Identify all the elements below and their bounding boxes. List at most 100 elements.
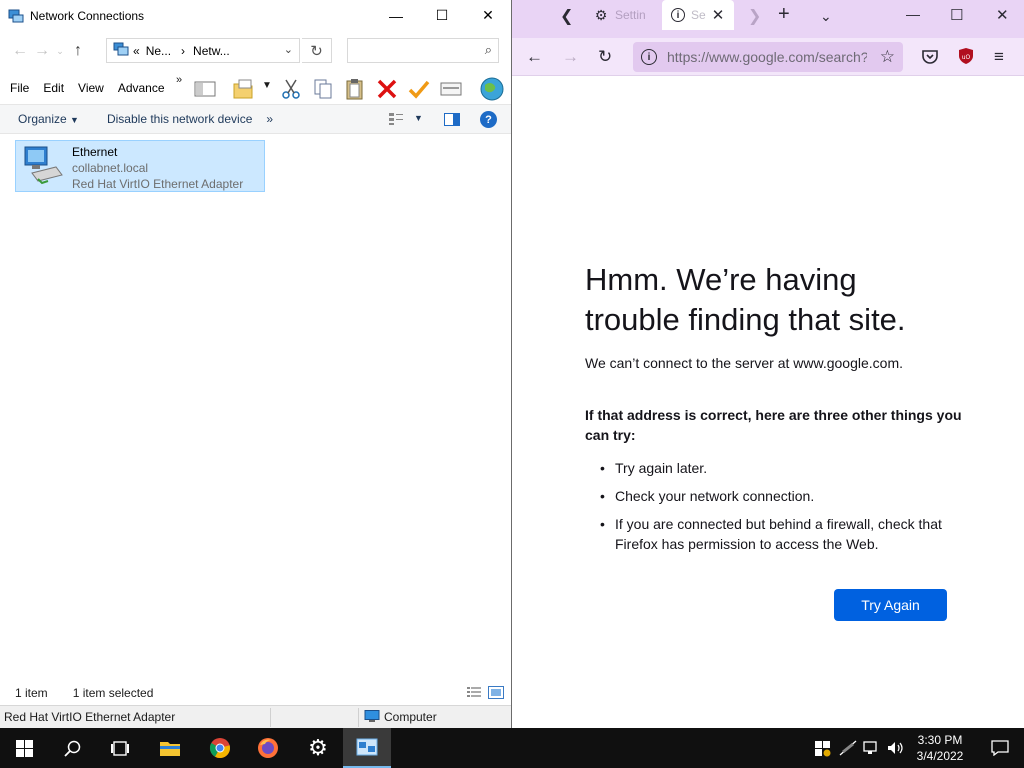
maximize-button[interactable]: ☐: [419, 0, 465, 31]
bookmark-star-icon[interactable]: ☆: [880, 47, 895, 67]
error-page: Hmm. We’re having trouble finding that s…: [512, 77, 1024, 728]
window-title: Network Connections: [30, 8, 145, 23]
volume-icon[interactable]: [887, 740, 905, 756]
address-dropdown-icon[interactable]: ⌄: [284, 43, 293, 56]
tab-search[interactable]: i Se ✕: [662, 0, 734, 30]
start-button[interactable]: [0, 728, 48, 768]
back-arrow-icon[interactable]: ←: [526, 47, 543, 67]
menu-advanced[interactable]: Advance: [118, 81, 165, 95]
clock[interactable]: 3:30 PM 3/4/2022: [912, 732, 968, 764]
suggestions-list: Try again later. Check your network conn…: [600, 458, 945, 562]
connection-domain: collabnet.local: [72, 161, 149, 175]
gear-icon: ⚙: [308, 735, 328, 760]
change-view-icon[interactable]: [388, 112, 404, 126]
details-view-icon[interactable]: [466, 686, 482, 699]
network-connections-icon: [356, 738, 378, 756]
views-dropdown-icon[interactable]: ▼: [262, 80, 272, 91]
try-again-button[interactable]: Try Again: [834, 589, 947, 621]
hamburger-menu-icon[interactable]: ≡: [994, 47, 1004, 67]
firefox-icon: [258, 738, 278, 758]
status-bar: 1 item 1 item selected: [0, 682, 511, 704]
delete-icon[interactable]: [376, 78, 398, 100]
command-bar: Organize ▼ Disable this network device »…: [0, 104, 511, 134]
maximize-button[interactable]: ☐: [950, 6, 963, 24]
error-subtitle: If that address is correct, here are thr…: [585, 407, 962, 443]
address-overflow[interactable]: «: [133, 44, 140, 58]
info-icon: i: [671, 8, 685, 22]
address-row: ← → ⌄ ↑ « Ne... › Netw... ⌄ ↻ ⌕: [0, 32, 511, 70]
menu-file[interactable]: File: [10, 81, 29, 95]
search-input[interactable]: ⌕: [347, 38, 499, 63]
minimize-button[interactable]: —: [906, 6, 920, 22]
connections-list: Ethernet collabnet.local Red Hat VirtIO …: [0, 135, 511, 680]
tab-settings[interactable]: ⚙ Settin: [584, 0, 660, 30]
close-button[interactable]: ✕: [465, 0, 511, 31]
copy-icon[interactable]: [312, 78, 334, 100]
site-info-icon[interactable]: i: [641, 49, 657, 65]
preview-pane-icon[interactable]: [194, 78, 216, 100]
notifications-button[interactable]: [976, 728, 1024, 768]
cut-icon[interactable]: [280, 78, 302, 100]
command-overflow[interactable]: »: [266, 112, 273, 126]
preview-pane-toggle-icon[interactable]: [444, 113, 460, 126]
list-item: Check your network connection.: [600, 486, 945, 506]
minimize-button[interactable]: —: [373, 0, 419, 31]
tab-label: Settin: [615, 8, 646, 22]
new-tab-icon[interactable]: +: [778, 3, 790, 26]
chrome-taskbar-button[interactable]: [196, 728, 244, 768]
view-dropdown-icon[interactable]: ▼: [414, 113, 423, 123]
globe-icon[interactable]: [479, 76, 505, 102]
file-explorer-taskbar-button[interactable]: [146, 728, 194, 768]
list-tabs-icon[interactable]: ⌄: [820, 8, 832, 25]
folder-views-icon[interactable]: [232, 78, 254, 100]
menu-bar: File Edit View Advance » ▼: [0, 72, 511, 104]
network-unavailable-icon[interactable]: [839, 740, 857, 756]
ethernet-status-icon[interactable]: [863, 740, 881, 756]
reload-icon[interactable]: ↻: [598, 47, 612, 67]
url-text[interactable]: https://www.google.com/search?client=fir…: [667, 49, 867, 65]
security-shield-icon[interactable]: [814, 740, 831, 757]
network-adapter-icon: [24, 146, 63, 185]
back-arrow-icon[interactable]: ←: [9, 42, 31, 60]
selected-count: 1 item selected: [72, 686, 154, 700]
forward-arrow-icon[interactable]: →: [31, 42, 53, 60]
paste-icon[interactable]: [344, 78, 366, 100]
menu-edit[interactable]: Edit: [43, 81, 64, 95]
help-icon[interactable]: ?: [480, 111, 497, 128]
settings-taskbar-button[interactable]: ⚙: [294, 728, 342, 768]
forward-arrow-icon[interactable]: →: [562, 47, 579, 67]
address-separator: ›: [181, 43, 186, 58]
search-button[interactable]: [48, 728, 96, 768]
refresh-button[interactable]: ↻: [302, 38, 332, 63]
url-bar[interactable]: i https://www.google.com/search?client=f…: [633, 42, 903, 72]
menu-view[interactable]: View: [78, 81, 104, 95]
checkmark-icon[interactable]: [408, 78, 430, 100]
close-button[interactable]: ✕: [996, 6, 1009, 24]
recent-chevron-icon[interactable]: ⌄: [53, 46, 67, 57]
nav-toolbar: ← → ↻ i https://www.google.com/search?cl…: [512, 38, 1024, 76]
ublock-origin-icon[interactable]: uO: [958, 47, 974, 65]
up-arrow-icon[interactable]: ↑: [67, 42, 89, 60]
close-tab-icon[interactable]: ✕: [712, 6, 725, 24]
disable-device-button[interactable]: Disable this network device: [107, 112, 252, 126]
firefox-taskbar-button[interactable]: [244, 728, 292, 768]
address-segment-2[interactable]: Netw...: [193, 44, 230, 58]
chrome-icon: [209, 738, 230, 759]
address-bar[interactable]: « Ne... › Netw... ⌄: [106, 38, 300, 63]
clock-time: 3:30 PM: [917, 733, 963, 747]
ethernet-connection-item[interactable]: Ethernet collabnet.local Red Hat VirtIO …: [15, 140, 265, 192]
windows-logo-icon: [15, 739, 33, 757]
address-segment-1[interactable]: Ne...: [146, 44, 171, 58]
properties-icon[interactable]: [440, 78, 462, 100]
pocket-icon[interactable]: [922, 49, 938, 64]
network-connections-taskbar-button[interactable]: [343, 728, 391, 768]
gear-icon: ⚙: [594, 6, 608, 23]
menu-overflow[interactable]: »: [176, 74, 182, 86]
network-connections-icon: [8, 8, 24, 24]
tab-scroll-right-icon[interactable]: ❯: [748, 6, 761, 26]
organize-button[interactable]: Organize ▼: [18, 112, 79, 126]
tab-scroll-left-icon[interactable]: ❮: [560, 6, 573, 26]
large-icons-view-icon[interactable]: [488, 686, 504, 699]
task-view-button[interactable]: [96, 728, 144, 768]
explorer-titlebar: Network Connections — ☐ ✕: [0, 0, 511, 31]
